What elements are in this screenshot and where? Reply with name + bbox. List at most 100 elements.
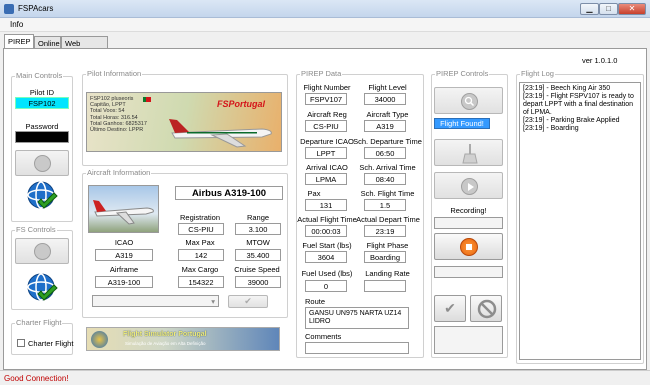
actual-flight-time-field: 00:00:03 [305, 225, 347, 237]
search-flight-button[interactable] [434, 87, 503, 114]
pax-label: Pax [307, 189, 321, 198]
route-field[interactable]: GANSU UN975 NARTA UZ14 LIDRO [305, 307, 409, 329]
aircraft-type-label: Aircraft Type [366, 110, 409, 119]
pirep-extra-area [434, 326, 503, 354]
aircraft-photo [88, 185, 159, 233]
status-bar: Good Connection! [0, 370, 650, 385]
chevron-down-icon: ▾ [211, 297, 215, 306]
pilot-id-label: Pilot ID [29, 88, 55, 97]
fs-connect-button[interactable] [15, 238, 69, 264]
arrival-icao-field[interactable]: LPMA [305, 173, 347, 185]
broom-icon [462, 144, 478, 164]
banner-text: Flight Simulator Portugal [123, 331, 207, 338]
sch-arrival-time-label: Sch. Arrival Time [359, 163, 416, 172]
pilot-card: FSP102 pluseoris Capitão, LPPT Total Voo… [86, 92, 282, 152]
cancel-icon [477, 299, 497, 319]
portugal-flag-icon [143, 97, 151, 102]
log-entry: [23:19] - Boarding [523, 125, 579, 132]
range-value: 3.100 [235, 223, 281, 235]
title-bar: FSPAcars ▁ □ ✕ [0, 0, 650, 18]
flight-log-list[interactable]: [23:19] - Beech King Air 350 [23:19] - F… [519, 82, 641, 360]
aircraft-name: Airbus A319-100 [175, 186, 283, 200]
log-entry: [23:19] - Flight FSPV107 is ready to dep… [523, 93, 634, 116]
aircraft-reg-field[interactable]: CS-PIU [305, 120, 347, 132]
pilot-line: Último Destino: LPPR [90, 127, 144, 134]
log-entry: [23:19] - Beech King Air 350 [523, 85, 611, 92]
fuel-used-field: 0 [305, 280, 347, 292]
stop-record-button[interactable] [434, 233, 503, 260]
flight-phase-field: Boarding [364, 251, 406, 263]
stop-icon [460, 238, 478, 256]
airplane-image [169, 119, 272, 148]
flight-number-field[interactable]: FSPV107 [305, 93, 347, 105]
connection-status: Good Connection! [4, 374, 69, 383]
password-field[interactable] [15, 131, 69, 143]
max-cargo-label: Max Cargo [181, 265, 219, 274]
airframe-label: Airframe [109, 265, 139, 274]
aircraft-information-title: Aircraft Information [86, 168, 152, 177]
aircraft-dropdown[interactable]: ▾ [92, 295, 219, 307]
play-icon [461, 178, 478, 195]
fuel-start-label: Fuel Start (lbs) [302, 241, 352, 250]
recording-label: Recording! [450, 206, 487, 215]
pilot-id-field[interactable]: FSP102 [15, 97, 69, 109]
comments-label: Comments [305, 332, 342, 341]
charter-flight-checkbox[interactable] [17, 339, 25, 347]
fs-connected-globe-icon[interactable] [25, 272, 59, 306]
cruise-speed-label: Cruise Speed [234, 265, 280, 274]
flight-status-field: Flight Found! [434, 118, 490, 129]
mtow-label: MTOW [246, 238, 270, 247]
clear-button[interactable] [434, 139, 503, 166]
banner-logo-icon [91, 331, 108, 348]
menu-bar: Info [0, 18, 650, 32]
start-button[interactable] [434, 172, 503, 199]
record-status-field [434, 266, 503, 278]
menu-info[interactable]: Info [10, 20, 23, 29]
flight-number-label: Flight Number [303, 83, 351, 92]
max-cargo-value: 154322 [178, 276, 224, 288]
main-controls-title: Main Controls [15, 71, 64, 80]
charter-flight-title: Charter Flight [15, 318, 63, 327]
fsp-banner[interactable]: Flight Simulator Portugal Simulação de A… [86, 327, 280, 351]
flight-level-field[interactable]: 34000 [364, 93, 406, 105]
checkmark-icon: ✔ [444, 300, 456, 316]
airframe-value: A319-100 [95, 276, 153, 288]
pax-field[interactable]: 131 [305, 199, 347, 211]
submit-pirep-button[interactable]: ✔ [434, 295, 466, 322]
sch-departure-time-label: Sch. Departure Time [353, 137, 422, 146]
actual-depart-time-field: 23:19 [364, 225, 406, 237]
maximize-button[interactable]: □ [599, 3, 618, 15]
pilot-card-lines: FSP102 pluseoris Capitão, LPPT Total Voo… [90, 96, 147, 133]
sch-arrival-time-field[interactable]: 08:40 [364, 173, 406, 185]
connect-globe-icon[interactable] [25, 180, 59, 214]
pirep-data-title: PIREP Data [300, 69, 343, 78]
aircraft-reg-label: Aircraft Reg [307, 110, 347, 119]
icao-value: A319 [95, 249, 153, 261]
range-label: Range [246, 213, 270, 222]
password-label: Password [25, 122, 59, 131]
icao-label: ICAO [114, 238, 134, 247]
log-entry: [23:19] - Parking Brake Applied [523, 117, 620, 124]
version-label: ver 1.0.1.0 [582, 56, 618, 65]
banner-subtext: Simulação de Aviação em Alta Definição [125, 341, 206, 346]
aircraft-type-field[interactable]: A319 [364, 120, 406, 132]
cancel-pirep-button[interactable] [470, 295, 502, 322]
sch-departure-time-field[interactable]: 06:50 [364, 147, 406, 159]
login-button[interactable] [15, 150, 69, 176]
actual-depart-time-label: Actual Depart Time [356, 215, 420, 224]
comments-field[interactable] [305, 342, 409, 354]
landing-rate-field [364, 280, 406, 292]
tab-pirep[interactable]: PIREP [4, 34, 34, 49]
sch-flight-time-field[interactable]: 1.5 [364, 199, 406, 211]
pirep-controls-title: PIREP Controls [435, 69, 490, 78]
departure-icao-field[interactable]: LPPT [305, 147, 347, 159]
minimize-button[interactable]: ▁ [580, 3, 599, 15]
search-icon [461, 93, 478, 110]
flight-log-title: Flight Log [520, 69, 555, 78]
app-icon [4, 4, 14, 14]
confirm-aircraft-button[interactable]: ✔ [228, 295, 268, 308]
registration-label: Registration [179, 213, 221, 222]
sch-flight-time-label: Sch. Flight Time [360, 189, 415, 198]
departure-icao-label: Departure ICAO [300, 137, 354, 146]
close-button[interactable]: ✕ [618, 3, 646, 15]
